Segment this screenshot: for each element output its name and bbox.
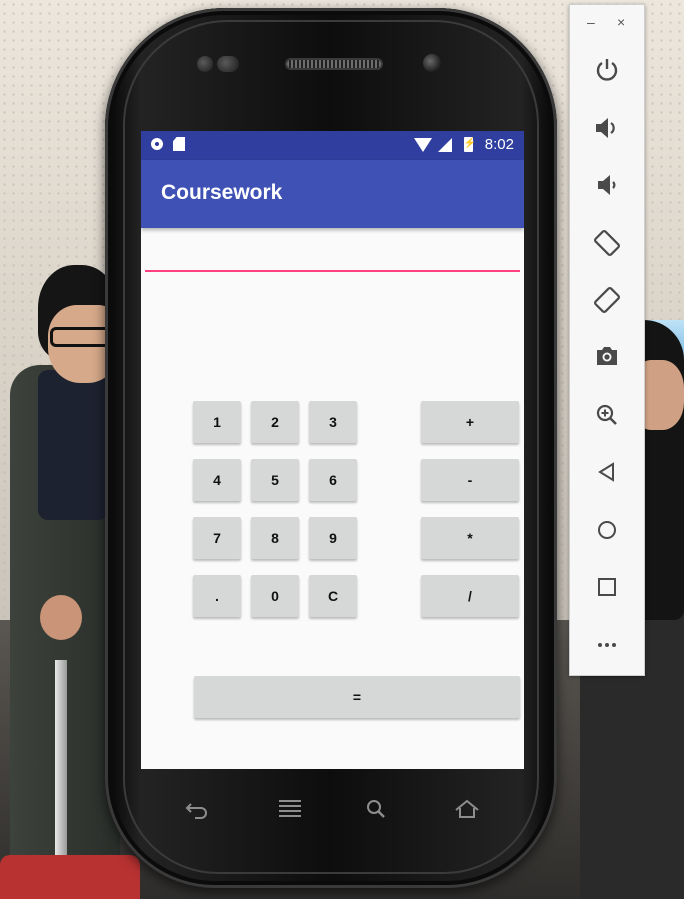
key-equals[interactable]: = xyxy=(194,676,520,718)
key-9[interactable]: 9 xyxy=(309,517,357,559)
proximity-sensor xyxy=(197,56,213,72)
calculator-display-input[interactable] xyxy=(147,241,521,271)
rotate-left-icon xyxy=(594,230,620,256)
key-2[interactable]: 2 xyxy=(251,401,299,443)
light-sensor xyxy=(217,56,239,72)
circle-home-icon xyxy=(598,521,616,539)
home-button[interactable] xyxy=(587,510,627,550)
key-0[interactable]: 0 xyxy=(251,575,299,617)
key-divide[interactable]: / xyxy=(421,575,519,617)
front-camera xyxy=(423,54,441,72)
emulator-toolbar: – × xyxy=(569,4,645,676)
battery-charging-icon xyxy=(463,137,476,152)
zoom-in-icon xyxy=(596,404,617,425)
key-multiply[interactable]: * xyxy=(421,517,519,559)
key-6[interactable]: 6 xyxy=(309,459,357,501)
zoom-button[interactable] xyxy=(587,395,627,435)
minimize-button[interactable]: – xyxy=(587,14,595,30)
close-button[interactable]: × xyxy=(617,14,625,30)
rotate-left-button[interactable] xyxy=(587,223,627,263)
power-icon xyxy=(596,59,618,81)
rotate-right-button[interactable] xyxy=(587,280,627,320)
key-8[interactable]: 8 xyxy=(251,517,299,559)
menu-icon[interactable] xyxy=(277,798,303,818)
app-title: Coursework xyxy=(161,181,283,204)
camera-icon xyxy=(597,347,617,365)
search-icon[interactable] xyxy=(365,798,387,820)
back-icon[interactable] xyxy=(185,798,209,820)
power-button[interactable] xyxy=(587,50,627,90)
key-subtract[interactable]: - xyxy=(421,459,519,501)
status-bar: 8:02 xyxy=(141,131,524,160)
volume-down-icon xyxy=(598,175,616,195)
hardware-nav-bar xyxy=(141,790,524,830)
status-clock: 8:02 xyxy=(484,136,514,153)
rotate-right-icon xyxy=(594,287,620,313)
sd-card-icon xyxy=(173,137,185,151)
back-button[interactable] xyxy=(587,452,627,492)
screenshot-button[interactable] xyxy=(587,336,627,376)
key-7[interactable]: 7 xyxy=(193,517,241,559)
key-5[interactable]: 5 xyxy=(251,459,299,501)
triangle-back-icon xyxy=(598,462,614,482)
suitcase xyxy=(0,855,140,899)
key-decimal[interactable]: . xyxy=(193,575,241,617)
square-overview-icon xyxy=(598,578,616,596)
overview-button[interactable] xyxy=(587,567,627,607)
device-screen: 8:02 Coursework 1 2 3 4 5 6 7 8 9 . 0 C … xyxy=(141,131,524,769)
signal-icon xyxy=(437,137,452,152)
key-4[interactable]: 4 xyxy=(193,459,241,501)
volume-down-button[interactable] xyxy=(587,165,627,205)
key-3[interactable]: 3 xyxy=(309,401,357,443)
volume-up-button[interactable] xyxy=(587,108,627,148)
input-underline xyxy=(145,270,520,272)
earpiece-speaker xyxy=(285,58,383,70)
key-add[interactable]: + xyxy=(421,401,519,443)
volume-up-icon xyxy=(596,118,615,138)
more-button[interactable] xyxy=(587,625,627,665)
circle-icon xyxy=(151,138,163,150)
key-1[interactable]: 1 xyxy=(193,401,241,443)
suitcase-handle xyxy=(55,660,67,870)
key-clear[interactable]: C xyxy=(309,575,357,617)
wifi-icon xyxy=(413,137,432,152)
home-icon[interactable] xyxy=(453,798,481,820)
app-toolbar: Coursework xyxy=(141,160,524,228)
more-icon xyxy=(598,643,616,647)
